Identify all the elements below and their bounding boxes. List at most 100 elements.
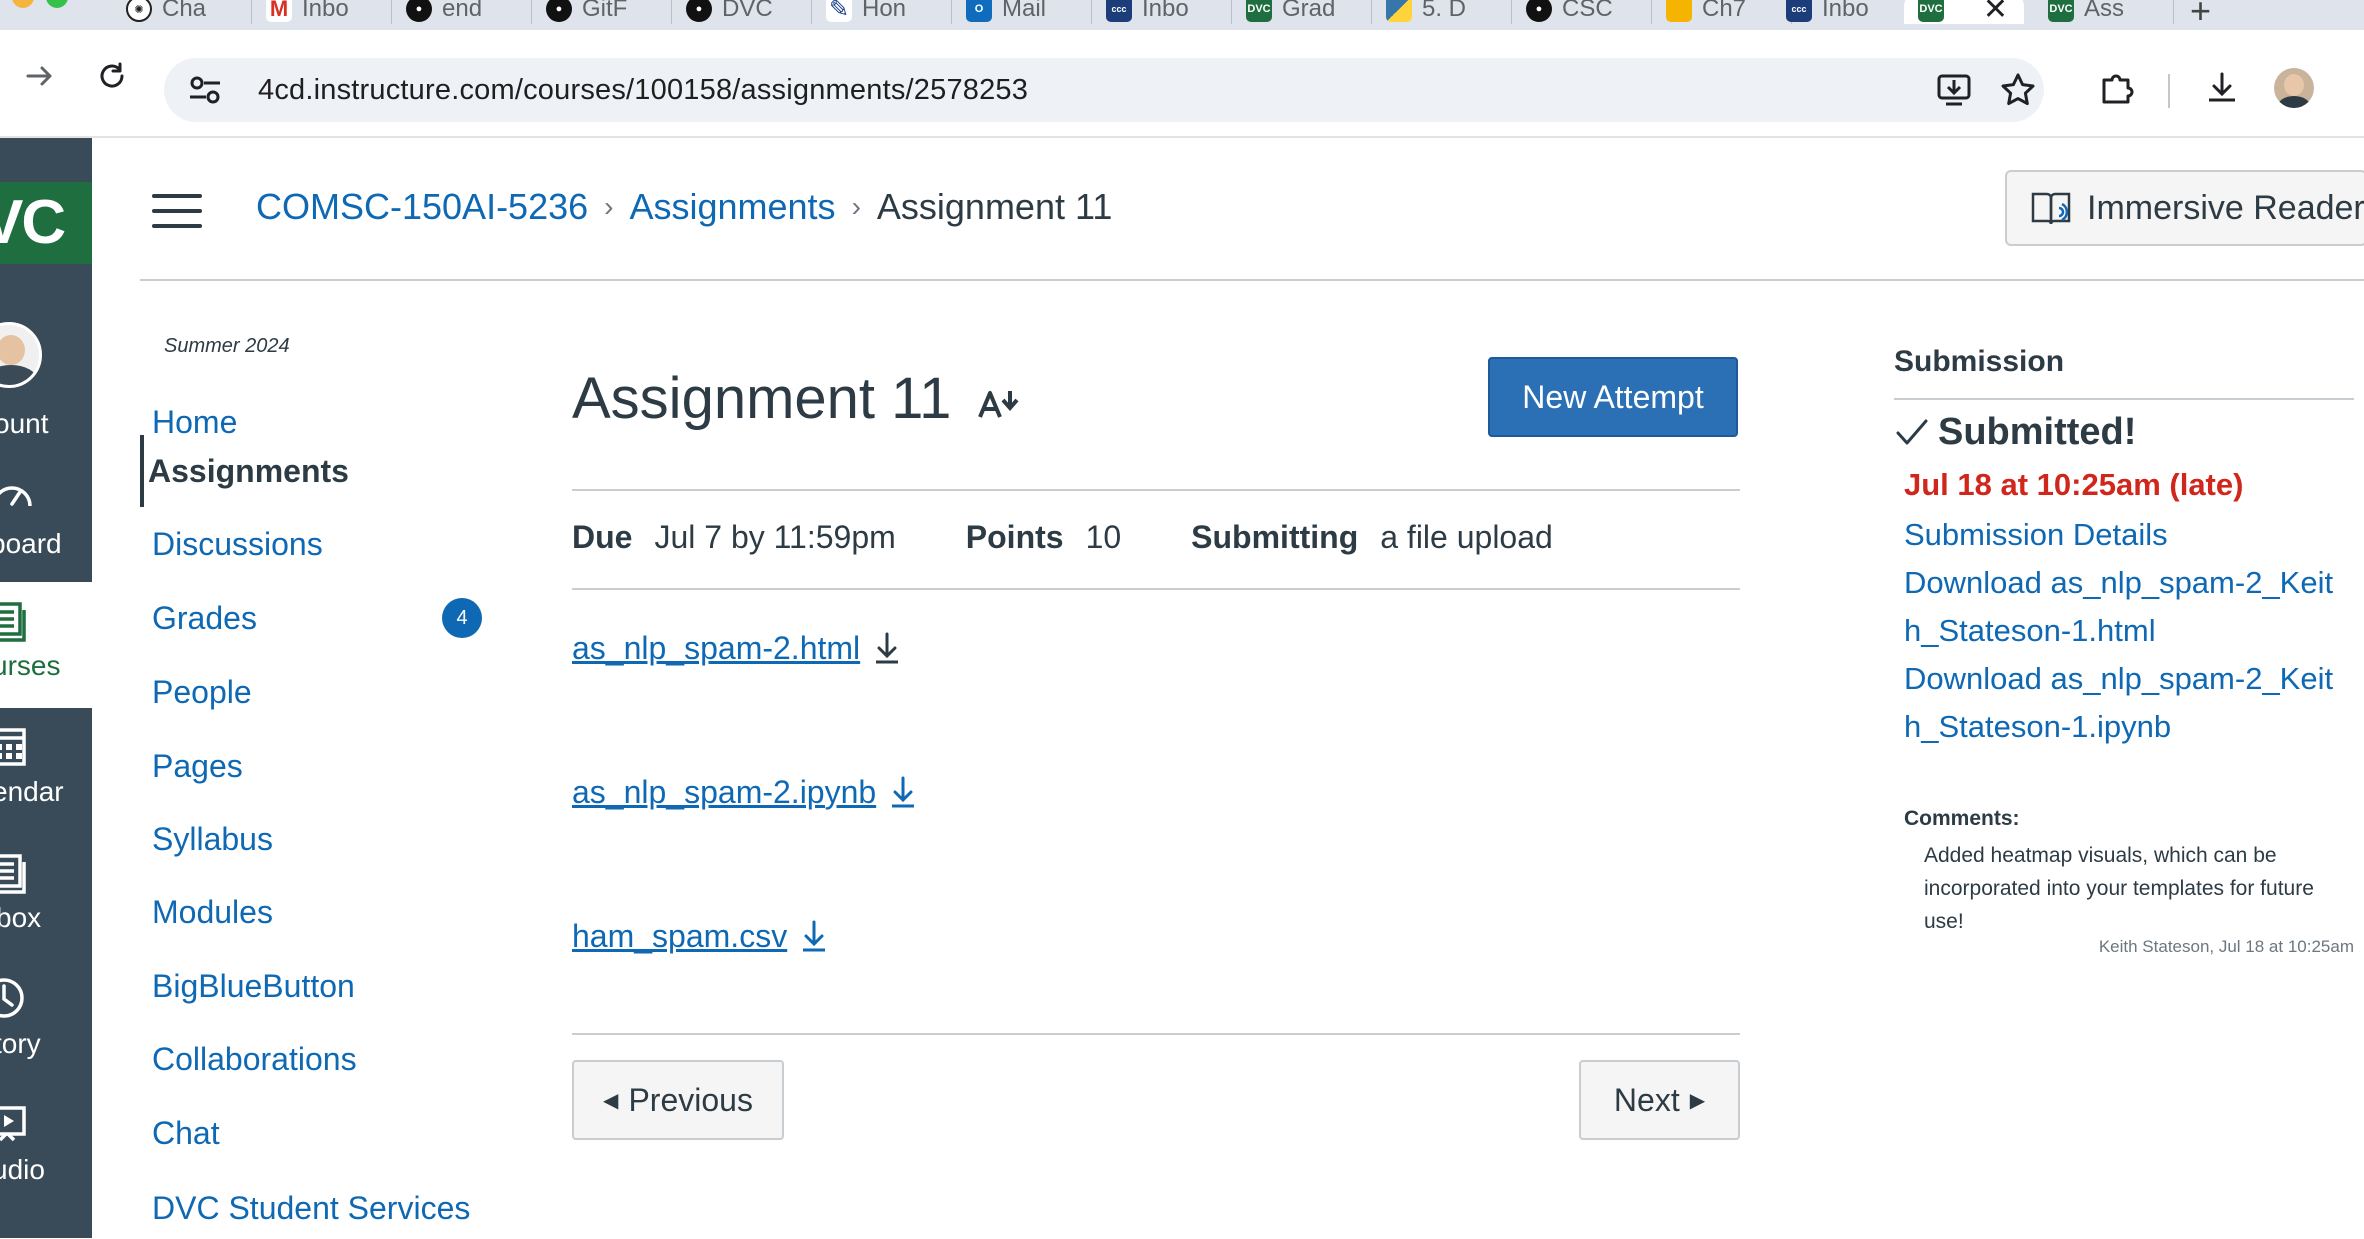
course-nav-syllabus[interactable]: Syllabus [152, 808, 492, 870]
course-nav-discussions[interactable]: Discussions [152, 513, 492, 575]
window-minimize-button[interactable] [12, 0, 34, 8]
download-icon[interactable] [797, 917, 831, 955]
submission-details-link[interactable]: Submission Details [1904, 511, 2344, 559]
browser-tab[interactable]: Ch7 [1652, 0, 1792, 24]
course-nav-modules[interactable]: Modules [152, 881, 492, 943]
attachment-filename[interactable]: as_nlp_spam-2.html [572, 630, 860, 667]
assignment-details: Due Jul 7 by 11:59pm Points 10 Submittin… [572, 519, 1553, 556]
course-menu-toggle[interactable] [152, 194, 202, 228]
divider [1894, 398, 2354, 400]
term-label: Summer 2024 [164, 335, 290, 357]
profile-avatar-icon[interactable] [2272, 66, 2316, 110]
download-submission-ipynb-link[interactable]: Download as_nlp_spam-2_Keith_Stateson-1.… [1904, 655, 2344, 751]
previous-button[interactable]: ◀ Previous [572, 1060, 784, 1140]
browser-tab[interactable]: ● GitF [532, 0, 672, 24]
browser-tab[interactable]: M Inbo [252, 0, 392, 24]
url-text: 4cd.instructure.com/courses/100158/assig… [258, 73, 1029, 106]
browser-tab[interactable]: ccc Inbo [1092, 0, 1232, 24]
submission-sidebar: Submission Submitted! Jul 18 at 10:25am … [1894, 281, 2354, 1238]
immersive-reader-button[interactable]: Immersive Reader [2005, 170, 2364, 246]
global-nav-studio[interactable]: udio [0, 1086, 92, 1212]
github-icon: ● [546, 0, 572, 22]
browser-tab[interactable]: ● CSC [1512, 0, 1652, 24]
comments-label: Comments: [1904, 807, 2020, 830]
attachment-filename[interactable]: ham_spam.csv [572, 918, 787, 955]
window-zoom-button[interactable] [46, 0, 68, 8]
dvc-icon: DVC [1246, 0, 1272, 22]
caret-left-icon: ◀ [603, 1089, 619, 1112]
global-nav-history[interactable]: tory [0, 960, 92, 1086]
submitting-value: a file upload [1380, 519, 1553, 555]
address-bar[interactable]: 4cd.instructure.com/courses/100158/assig… [164, 58, 2044, 122]
divider [572, 1033, 1740, 1035]
submitting-label: Submitting [1191, 519, 1359, 555]
attachment-link[interactable]: as_nlp_spam-2.html [572, 629, 904, 667]
bookmark-star-icon[interactable] [1998, 70, 2038, 110]
reload-button[interactable] [92, 56, 132, 96]
browser-tab[interactable]: ✎ Hon [812, 0, 952, 24]
course-nav-pages[interactable]: Pages [152, 735, 492, 797]
browser-tab[interactable]: DVC Ass [2034, 0, 2174, 24]
calendar-icon [0, 728, 26, 766]
download-icon[interactable] [886, 773, 920, 811]
submitted-at-late: Jul 18 at 10:25am (late) [1904, 467, 2244, 502]
breadcrumb-assignments[interactable]: Assignments [629, 186, 835, 228]
page-title: Assignment 11 [572, 366, 952, 431]
new-attempt-button[interactable]: New Attempt [1488, 357, 1738, 437]
downloads-icon[interactable] [2200, 66, 2244, 110]
comment-author-timestamp: Keith Stateson, Jul 18 at 10:25am [2098, 937, 2354, 956]
course-nav-bigbluebutton[interactable]: BigBlueButton [152, 955, 492, 1017]
global-nav-inbox[interactable]: box [0, 834, 92, 960]
download-submission-html-link[interactable]: Download as_nlp_spam-2_Keith_Stateson-1.… [1904, 559, 2344, 655]
course-nav-chat[interactable]: Chat [152, 1102, 492, 1164]
global-nav-dashboard[interactable]: board [0, 456, 92, 582]
chevron-right-icon: › [604, 191, 614, 222]
checkmark-icon [1896, 419, 1928, 444]
attachment-link[interactable]: ham_spam.csv [572, 917, 831, 955]
course-nav-assignments[interactable]: Assignments [140, 435, 480, 507]
outlook-icon: O [966, 0, 992, 22]
institution-logo[interactable]: VC [0, 182, 92, 264]
points-label: Points [965, 519, 1064, 555]
site-settings-icon[interactable] [188, 73, 222, 107]
due-label: Due [572, 519, 633, 555]
submission-heading: Submission [1894, 345, 2065, 378]
course-nav-collaborations[interactable]: Collaborations [152, 1028, 492, 1090]
breadcrumb-course[interactable]: COMSC-150AI-5236 [256, 186, 588, 228]
text-tools-icon[interactable] [976, 385, 1024, 423]
extensions-icon[interactable] [2094, 66, 2138, 110]
breadcrumb: COMSC-150AI-5236 › Assignments › Assignm… [256, 186, 1112, 228]
grades-count-badge: 4 [442, 598, 482, 638]
next-button[interactable]: Next ▶ [1579, 1060, 1740, 1140]
divider [572, 588, 1740, 590]
browser-tab[interactable]: ccc Inbo [1772, 0, 1912, 24]
browser-tab[interactable]: ● end [392, 0, 532, 24]
course-nav-dvc-student-services[interactable]: DVC Student Services [152, 1177, 492, 1239]
global-navigation: VC ount board urses endar box tory udio [0, 138, 92, 1238]
global-nav-account[interactable]: ount [0, 308, 92, 439]
browser-tab[interactable]: ✺ Cha [112, 0, 252, 24]
global-nav-courses[interactable]: urses [0, 582, 92, 708]
course-nav-people[interactable]: People [152, 661, 492, 723]
attachment-filename[interactable]: as_nlp_spam-2.ipynb [572, 774, 876, 811]
close-tab-icon[interactable]: ✕ [1983, 0, 2008, 24]
browser-tab[interactable]: DVC Grad [1232, 0, 1372, 24]
download-icon[interactable] [870, 629, 904, 667]
dashboard-icon [0, 486, 32, 507]
attachment-link[interactable]: as_nlp_spam-2.ipynb [572, 773, 920, 811]
course-nav-grades[interactable]: Grades 4 [152, 587, 492, 649]
browser-tab-strip: ✺ Cha M Inbo ● end ● GitF ● DVC ✎ Hon O … [0, 0, 2364, 30]
gmail-icon: M [266, 0, 292, 22]
forward-button[interactable] [20, 56, 60, 96]
global-nav-calendar[interactable]: endar [0, 708, 92, 834]
browser-tab[interactable]: 5. D [1372, 0, 1512, 24]
points-value: 10 [1085, 519, 1122, 555]
browser-tab[interactable]: ● DVC [672, 0, 812, 24]
browser-tab[interactable]: O Mail [952, 0, 1092, 24]
new-tab-button[interactable]: + [2190, 0, 2211, 30]
assignment-content: Assignment 11 New Attempt Due Jul 7 by 1… [572, 281, 1742, 1238]
browser-tab-active[interactable]: DVC ✕ [1904, 0, 2024, 24]
browser-toolbar: 4cd.instructure.com/courses/100158/assig… [0, 30, 2364, 138]
install-app-icon[interactable] [1934, 70, 1974, 110]
inbox-icon [0, 854, 26, 894]
